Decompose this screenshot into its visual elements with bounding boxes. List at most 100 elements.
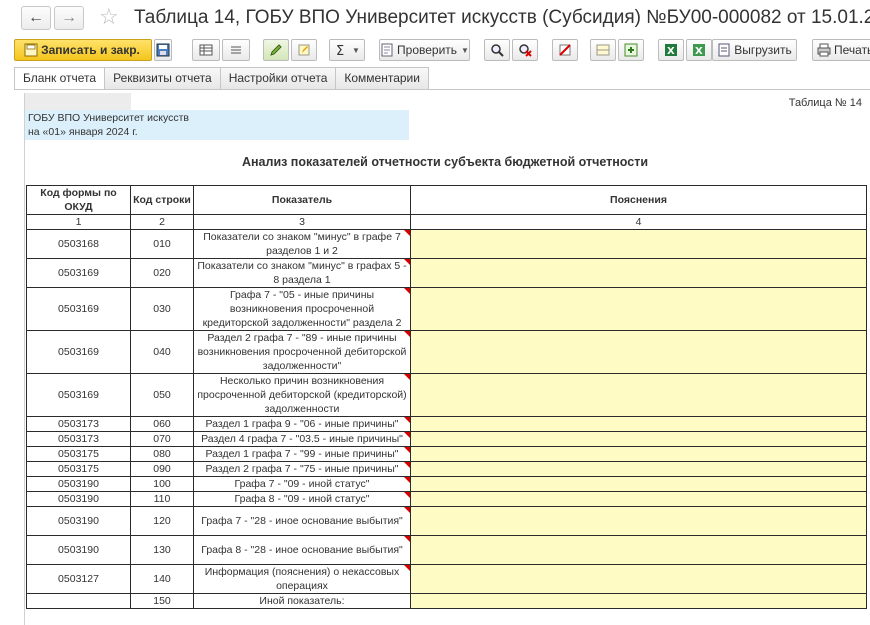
organization-name: ГОБУ ВПО Университет искусств [28, 112, 190, 124]
explanation-input[interactable] [410, 287, 867, 331]
check-icon [381, 43, 393, 57]
add-row-button[interactable] [618, 39, 644, 61]
indicators-table: Код формы по ОКУД Код строки Показатель … [26, 185, 867, 609]
indicator-cell-text: Иной показатель: [259, 595, 345, 607]
indicator-cell-text: Несколько причин возникновения просрочен… [197, 375, 407, 415]
line-code-cell: 080 [130, 446, 194, 462]
explanation-input[interactable] [410, 535, 867, 565]
explanation-input[interactable] [410, 564, 867, 594]
export-icon [718, 43, 730, 57]
tab-report-details[interactable]: Реквизиты отчета [104, 67, 221, 89]
comment-marker-icon [404, 374, 410, 380]
indicator-cell-text: Показатели со знаком "минус" в графах 5 … [197, 260, 407, 286]
line-code-cell-text: 100 [153, 478, 171, 490]
line-code-cell-text: 010 [153, 238, 171, 250]
explanation-input[interactable] [410, 431, 867, 447]
col-number: 3 [193, 214, 411, 230]
explanation-input[interactable] [410, 258, 867, 288]
explanation-input[interactable] [410, 491, 867, 507]
okud-code-cell-text: 0503173 [58, 433, 99, 445]
indicator-cell-text: Показатели со знаком "минус" в графе 7 р… [203, 231, 401, 257]
list-view-button[interactable] [222, 39, 250, 61]
favorite-star-icon[interactable]: ☆ [99, 4, 119, 30]
indicator-cell-text: Раздел 1 графа 7 - "99 - иные причины" [205, 448, 399, 460]
save-button[interactable] [154, 39, 172, 61]
explanation-input[interactable] [410, 373, 867, 417]
table-row: 0503169 030 Графа 7 - "05 - иные причины в… [26, 287, 867, 331]
table-row: 0503175 080 Раздел 1 графа 7 - "99 - иные … [26, 446, 867, 462]
clear-search-icon [519, 44, 532, 57]
comment-marker-icon [404, 462, 410, 468]
excel-button[interactable]: X [658, 39, 684, 61]
back-arrow-icon: ← [28, 9, 44, 26]
line-code-cell-text: 040 [153, 346, 171, 358]
explanation-input[interactable] [410, 446, 867, 462]
comment-marker-icon [404, 536, 410, 542]
tab-report-form[interactable]: Бланк отчета [14, 67, 106, 90]
check-button[interactable]: Проверить ▼ [379, 39, 470, 61]
toolbar: Записать и закр. Σ ▼ Проверить ▼ X X Выг… [0, 37, 870, 63]
save-icon [156, 43, 170, 57]
table-row: 0503190 130 Графа 8 - "28 - иное основание… [26, 535, 867, 565]
explanation-input[interactable] [410, 593, 867, 609]
line-code-cell-text: 070 [153, 433, 171, 445]
edit-mode-button[interactable] [263, 39, 289, 61]
tab-comments[interactable]: Комментарии [335, 67, 429, 89]
okud-code-cell [26, 593, 131, 609]
line-code-cell-text: 080 [153, 448, 171, 460]
search-button[interactable] [484, 39, 510, 61]
save-close-icon [24, 43, 38, 57]
okud-code-cell: 0503173 [26, 431, 131, 447]
okud-code-cell-text: 0503190 [58, 515, 99, 527]
okud-code-cell-text: 0503175 [58, 448, 99, 460]
indicator-cell-text: Графа 7 - "09 - иной статус" [234, 478, 370, 490]
indicator-cell: Графа 7 - "09 - иной статус" [193, 476, 411, 492]
okud-code-cell-text: 0503190 [58, 544, 99, 556]
edit-cell-button[interactable] [291, 39, 317, 61]
sum-button[interactable]: Σ ▼ [329, 39, 365, 61]
print-button[interactable]: Печать [812, 39, 870, 61]
comment-marker-icon [404, 288, 410, 294]
comment-marker-icon [404, 447, 410, 453]
delete-button[interactable] [552, 39, 578, 61]
export-button[interactable]: Выгрузить [712, 39, 797, 61]
col-number: 1 [26, 214, 131, 230]
okud-code-cell-text: 0503168 [58, 238, 99, 250]
clear-search-button[interactable] [512, 39, 538, 61]
indicator-cell-text: Графа 8 - "28 - иное основание выбытия" [201, 544, 403, 556]
line-code-cell: 040 [130, 330, 194, 374]
indicator-cell: Раздел 1 графа 7 - "99 - иные причины" [193, 446, 411, 462]
indicator-cell: Графа 8 - "09 - иной статус" [193, 491, 411, 507]
line-code-cell-text: 140 [153, 573, 171, 585]
sum-icon: Σ [336, 44, 344, 57]
forward-button[interactable]: → [54, 6, 84, 30]
svg-text:Σ: Σ [336, 44, 344, 57]
explanation-input[interactable] [410, 330, 867, 374]
excel-export-button[interactable]: X [686, 39, 712, 61]
okud-code-cell-text: 0503169 [58, 267, 99, 279]
report-sheet[interactable]: Таблица № 14 ГОБУ ВПО Университет искусс… [24, 93, 870, 625]
indicator-cell-text: Раздел 2 графа 7 - "89 - иные причины во… [197, 332, 407, 372]
print-label: Печать [834, 43, 870, 57]
table-row: 0503190 100 Графа 7 - "09 - иной статус" [26, 476, 867, 492]
okud-code-cell: 0503175 [26, 461, 131, 477]
table-row: 0503190 120 Графа 7 - "28 - иное основание… [26, 506, 867, 536]
line-code-cell: 150 [130, 593, 194, 609]
row-button[interactable] [590, 39, 616, 61]
table-row: 0503127 140 Информация (пояснения) о некас… [26, 564, 867, 594]
delete-icon [559, 44, 571, 56]
line-code-cell: 140 [130, 564, 194, 594]
explanation-input[interactable] [410, 229, 867, 259]
table-view-button[interactable] [192, 39, 220, 61]
explanation-input[interactable] [410, 416, 867, 432]
tab-report-settings[interactable]: Настройки отчета [219, 67, 337, 89]
explanation-input[interactable] [410, 506, 867, 536]
indicator-cell-text: Информация (пояснения) о некассовых опер… [204, 566, 400, 592]
save-and-close-button[interactable]: Записать и закр. [14, 39, 152, 61]
organization-block[interactable]: ГОБУ ВПО Университет искусств на «01» ян… [25, 110, 409, 140]
back-button[interactable]: ← [21, 6, 51, 30]
okud-code-cell: 0503190 [26, 476, 131, 492]
explanation-input[interactable] [410, 476, 867, 492]
explanation-input[interactable] [410, 461, 867, 477]
indicator-cell: Раздел 4 графа 7 - "03.5 - иные причины" [193, 431, 411, 447]
